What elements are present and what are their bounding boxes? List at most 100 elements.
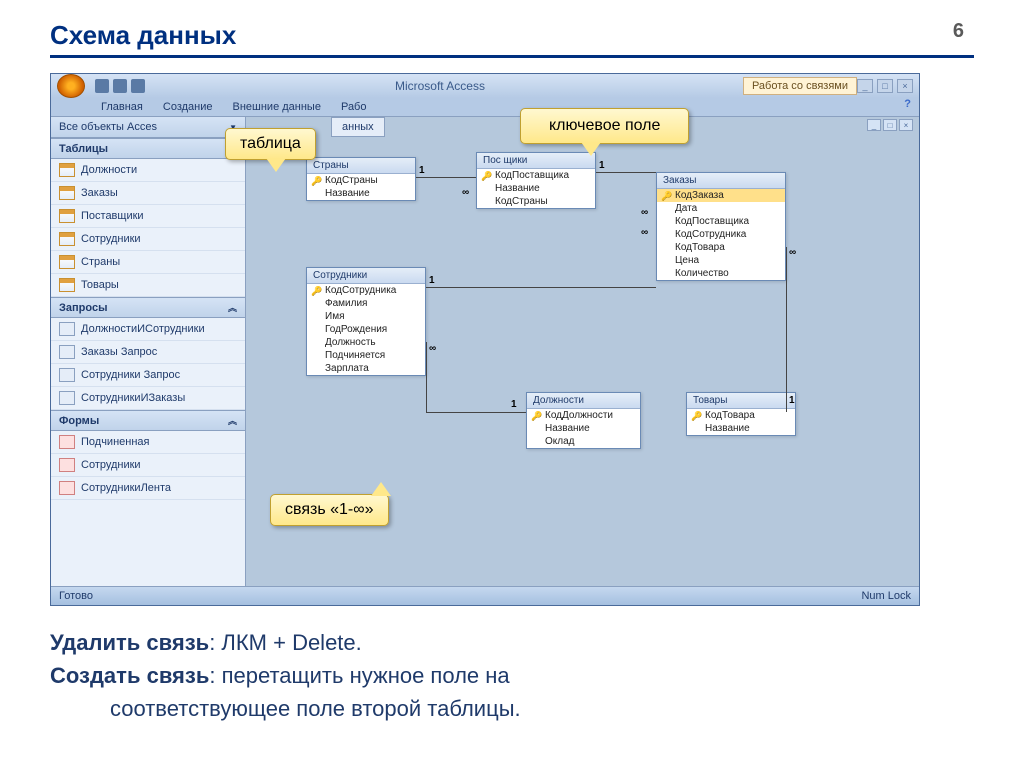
title-underline (50, 55, 974, 58)
qat-redo-icon[interactable] (131, 79, 145, 93)
key-icon: 🔑 (481, 171, 492, 182)
nav-item-form[interactable]: Сотрудники (51, 454, 245, 477)
entity-field[interactable]: Название (527, 422, 640, 435)
entity-field[interactable]: Подчиняется (307, 349, 425, 362)
nav-item-label: Должности (81, 164, 137, 176)
entity-field[interactable]: КодПоставщика (657, 215, 785, 228)
nav-item-table[interactable]: Должности (51, 159, 245, 182)
callout-keyfield: ключевое поле (520, 108, 689, 144)
qat-save-icon[interactable] (95, 79, 109, 93)
entity-field[interactable]: КодСотрудника (657, 228, 785, 241)
entity-field[interactable]: 🔑КодПоставщика (477, 169, 595, 182)
entity-field[interactable]: Фамилия (307, 297, 425, 310)
key-icon: 🔑 (311, 286, 322, 297)
note-term: Создать связь (50, 663, 209, 688)
table-icon (59, 186, 75, 200)
nav-item-form[interactable]: Подчиненная (51, 431, 245, 454)
entity-suppliers[interactable]: Пос щики 🔑КодПоставщика Название КодСтра… (476, 152, 596, 209)
nav-section-forms[interactable]: Формы ︽ (51, 410, 245, 431)
ribbon-tab-tools[interactable]: Рабо (331, 98, 377, 116)
entity-field[interactable]: 🔑КодСтраны (307, 174, 415, 187)
doc-restore-icon[interactable]: □ (883, 119, 897, 131)
relation-label-one: 1 (429, 275, 435, 286)
entity-title: Сотрудники (307, 268, 425, 284)
callout-tail-icon (371, 482, 391, 496)
nav-item-label: Заказы (81, 187, 118, 199)
relation-label-many: ∞ (789, 247, 796, 258)
nav-header-label: Все объекты Acces (59, 121, 157, 133)
help-icon[interactable]: ? (904, 98, 911, 116)
entity-field[interactable]: Название (687, 422, 795, 435)
nav-item-table[interactable]: Страны (51, 251, 245, 274)
entity-field[interactable]: КодСтраны (477, 195, 595, 208)
close-button[interactable]: × (897, 79, 913, 93)
entity-field[interactable]: КодТовара (657, 241, 785, 254)
form-icon (59, 458, 75, 472)
nav-item-form[interactable]: СотрудникиЛента (51, 477, 245, 500)
nav-item-table[interactable]: Поставщики (51, 205, 245, 228)
relation-line[interactable] (426, 287, 656, 288)
entity-field[interactable]: Количество (657, 267, 785, 280)
entity-field[interactable]: Название (477, 182, 595, 195)
entity-field[interactable]: Дата (657, 202, 785, 215)
app-title: Microsoft Access (147, 79, 733, 93)
key-icon: 🔑 (691, 411, 702, 422)
nav-item-query[interactable]: Заказы Запрос (51, 341, 245, 364)
entity-field[interactable]: 🔑КодДолжности (527, 409, 640, 422)
note-term: Удалить связь (50, 630, 209, 655)
status-numlock: Num Lock (861, 590, 911, 602)
entity-title: Пос щики (477, 153, 595, 169)
nav-item-label: Сотрудники (81, 459, 141, 471)
entity-field[interactable]: Название (307, 187, 415, 200)
query-icon (59, 345, 75, 359)
entity-orders[interactable]: Заказы 🔑КодЗаказа Дата КодПоставщика Код… (656, 172, 786, 281)
doc-minimize-icon[interactable]: _ (867, 119, 881, 131)
qat-undo-icon[interactable] (113, 79, 127, 93)
relation-line[interactable] (416, 177, 476, 178)
nav-item-query[interactable]: ДолжностиИСотрудники (51, 318, 245, 341)
query-icon (59, 391, 75, 405)
relation-line[interactable] (426, 342, 427, 412)
nav-item-query[interactable]: СотрудникиИЗаказы (51, 387, 245, 410)
nav-item-label: СотрудникиИЗаказы (81, 392, 185, 404)
ribbon-tab-external[interactable]: Внешние данные (223, 98, 331, 116)
minimize-button[interactable]: _ (857, 79, 873, 93)
nav-section-tables[interactable]: Таблицы ︽ (51, 138, 245, 159)
maximize-button[interactable]: □ (877, 79, 893, 93)
nav-item-label: Сотрудники Запрос (81, 369, 180, 381)
relation-line[interactable] (426, 412, 526, 413)
ribbon-tab-home[interactable]: Главная (91, 98, 153, 116)
nav-item-table[interactable]: Заказы (51, 182, 245, 205)
slide-title: Схема данных (50, 20, 974, 51)
doc-close-icon[interactable]: × (899, 119, 913, 131)
nav-header[interactable]: Все объекты Acces ▼ (51, 117, 245, 138)
relation-line[interactable] (786, 247, 787, 412)
entity-field[interactable]: Должность (307, 336, 425, 349)
entity-field[interactable]: Зарплата (307, 362, 425, 375)
nav-section-label: Формы (59, 415, 99, 427)
document-tab[interactable]: анных (331, 117, 385, 137)
nav-item-query[interactable]: Сотрудники Запрос (51, 364, 245, 387)
entity-field[interactable]: 🔑КодЗаказа (657, 189, 785, 202)
entity-countries[interactable]: Страны 🔑КодСтраны Название (306, 157, 416, 201)
entity-field[interactable]: Имя (307, 310, 425, 323)
entity-field[interactable]: Цена (657, 254, 785, 267)
nav-item-table[interactable]: Товары (51, 274, 245, 297)
ribbon-tab-create[interactable]: Создание (153, 98, 223, 116)
entity-field[interactable]: Оклад (527, 435, 640, 448)
nav-section-queries[interactable]: Запросы ︽ (51, 297, 245, 318)
entity-positions[interactable]: Должности 🔑КодДолжности Название Оклад (526, 392, 641, 449)
note-text: : перетащить нужное поле на (209, 663, 509, 688)
relation-label-many: ∞ (641, 227, 648, 238)
entity-goods[interactable]: Товары 🔑КодТовара Название (686, 392, 796, 436)
relation-line[interactable] (596, 172, 656, 173)
entity-field[interactable]: ГодРождения (307, 323, 425, 336)
entity-field[interactable]: 🔑КодСотрудника (307, 284, 425, 297)
table-icon (59, 209, 75, 223)
entity-title: Заказы (657, 173, 785, 189)
entity-employees[interactable]: Сотрудники 🔑КодСотрудника Фамилия Имя Го… (306, 267, 426, 376)
entity-field[interactable]: 🔑КодТовара (687, 409, 795, 422)
contextual-tab[interactable]: Работа со связями (743, 77, 857, 95)
nav-item-table[interactable]: Сотрудники (51, 228, 245, 251)
office-button[interactable] (57, 74, 85, 98)
